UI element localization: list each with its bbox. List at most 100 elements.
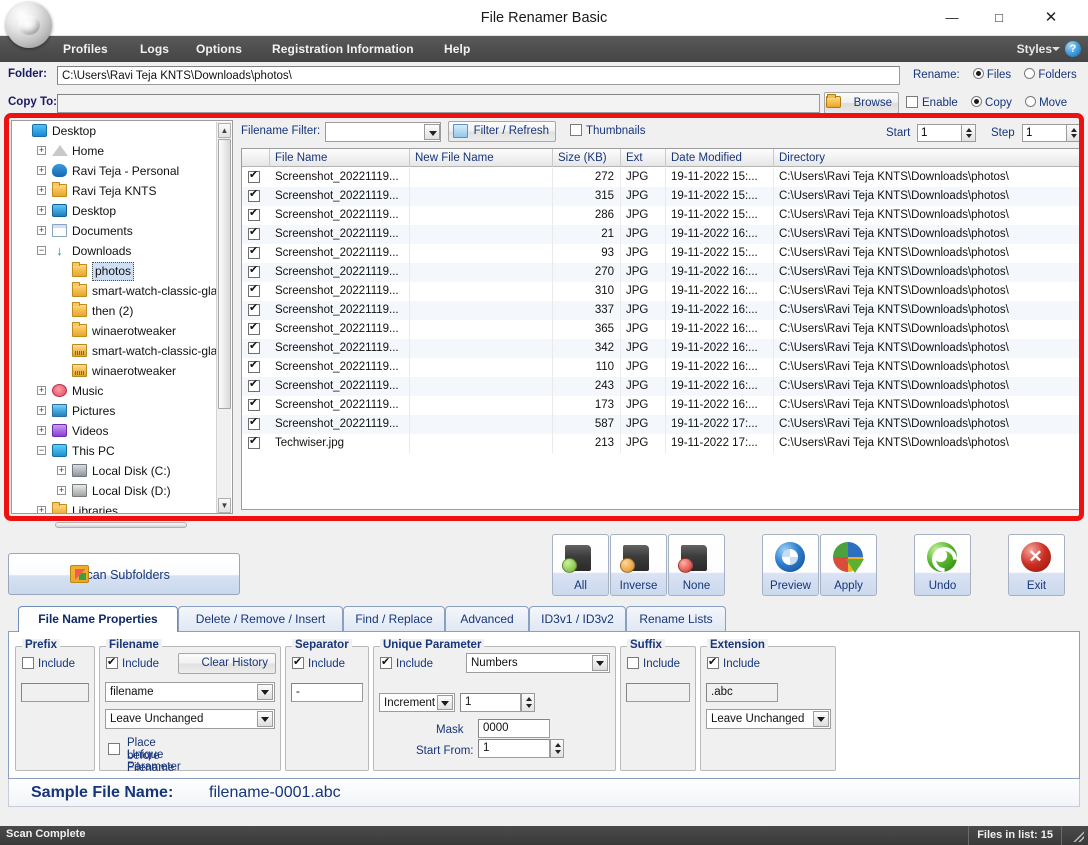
row-checkbox[interactable] <box>248 225 260 240</box>
tree-item-winaerotweaker[interactable]: winaerotweaker <box>12 321 232 341</box>
tree-scrollbar[interactable]: ▲ ▼ <box>216 122 231 513</box>
tree-item-documents[interactable]: + Documents <box>12 221 232 241</box>
tree-item-ravi-teja-personal[interactable]: + Ravi Teja - Personal <box>12 161 232 181</box>
unique-mode-combo[interactable]: Increment <box>379 693 455 712</box>
maximize-button[interactable]: □ <box>976 0 1022 36</box>
expand-icon[interactable]: + <box>57 486 66 495</box>
start-from-stepper[interactable] <box>550 739 564 758</box>
row-checkbox[interactable] <box>248 358 260 373</box>
extension-case-combo[interactable]: Leave Unchanged <box>706 709 831 729</box>
radio-rename-folders[interactable]: Folders <box>1024 68 1077 81</box>
tree-item-music[interactable]: + Music <box>12 381 232 401</box>
tree-item-pictures[interactable]: + Pictures <box>12 401 232 421</box>
scroll-down-icon[interactable]: ▼ <box>218 498 231 513</box>
expand-icon[interactable]: + <box>37 186 46 195</box>
table-row[interactable]: Screenshot_20221119... 286JPG19-11-2022 1… <box>242 206 1081 225</box>
expand-icon[interactable]: + <box>37 506 46 513</box>
scan-subfolders-button[interactable]: Scan Subfolders <box>8 553 240 595</box>
column-header-date[interactable]: Date Modified <box>666 149 774 167</box>
scroll-up-icon[interactable]: ▲ <box>218 123 231 138</box>
chevron-down-icon[interactable] <box>1052 47 1060 51</box>
row-checkbox[interactable] <box>248 396 260 411</box>
expand-icon[interactable]: + <box>37 226 46 235</box>
tab-file-name-properties[interactable]: File Name Properties <box>18 606 178 632</box>
table-row[interactable]: Screenshot_20221119... 93JPG19-11-2022 15… <box>242 244 1081 263</box>
mask-input[interactable]: 0000 <box>478 719 550 738</box>
tree-item-smart-watch-classic-gla[interactable]: smart-watch-classic-gla <box>12 281 232 301</box>
separator-input[interactable]: - <box>291 683 363 702</box>
unique-increment-input[interactable]: 1 <box>460 693 521 712</box>
copy-to-input[interactable] <box>57 94 820 113</box>
tree-item-local-disk-c[interactable]: + Local Disk (C:) <box>12 461 232 481</box>
menu-item-options[interactable]: Options <box>196 36 242 62</box>
tree-item-local-disk-d[interactable]: + Local Disk (D:) <box>12 481 232 501</box>
start-input[interactable]: 1 <box>917 124 962 142</box>
collapse-icon[interactable]: − <box>37 246 46 255</box>
step-stepper[interactable] <box>1066 124 1081 142</box>
expand-icon[interactable]: + <box>37 146 46 155</box>
tab-id3v1-id3v2[interactable]: ID3v1 / ID3v2 <box>529 606 626 632</box>
table-row[interactable]: Screenshot_20221119... 21JPG19-11-2022 16… <box>242 225 1081 244</box>
table-row[interactable]: Screenshot_20221119... 310JPG19-11-2022 1… <box>242 282 1081 301</box>
tree-item-ravi-teja-knts[interactable]: + Ravi Teja KNTS <box>12 181 232 201</box>
column-header-newname[interactable]: New File Name <box>410 149 553 167</box>
tree-item-desktop[interactable]: Desktop <box>12 121 232 141</box>
row-checkbox[interactable] <box>248 339 260 354</box>
chevron-down-icon[interactable] <box>424 124 440 140</box>
table-row[interactable]: Techwiser.jpg 213JPG19-11-2022 17:...C:\U… <box>242 434 1081 453</box>
chevron-down-icon[interactable] <box>813 711 829 727</box>
all-button[interactable]: All <box>552 534 609 596</box>
table-row[interactable]: Screenshot_20221119... 365JPG19-11-2022 1… <box>242 320 1081 339</box>
chevron-down-icon[interactable] <box>257 711 273 727</box>
menu-item-help[interactable]: Help <box>444 36 470 62</box>
expand-icon[interactable]: + <box>37 426 46 435</box>
row-checkbox[interactable] <box>248 320 260 335</box>
table-row[interactable]: Screenshot_20221119... 337JPG19-11-2022 1… <box>242 301 1081 320</box>
folder-tree-panel[interactable]: Desktop + Home + Ravi Teja - Personal + Ravi T… <box>11 120 233 514</box>
collapse-icon[interactable]: − <box>37 446 46 455</box>
minimize-button[interactable]: — <box>929 0 975 36</box>
row-checkbox[interactable] <box>248 244 260 259</box>
expand-icon[interactable]: + <box>37 406 46 415</box>
start-stepper[interactable] <box>961 124 976 142</box>
tab-advanced[interactable]: Advanced <box>445 606 529 632</box>
row-checkbox[interactable] <box>248 187 260 202</box>
row-checkbox[interactable] <box>248 434 260 449</box>
prefix-input[interactable] <box>21 683 89 702</box>
menu-item-registration-information[interactable]: Registration Information <box>272 36 414 62</box>
table-row[interactable]: Screenshot_20221119... 342JPG19-11-2022 1… <box>242 339 1081 358</box>
tree-item-this-pc[interactable]: − This PC <box>12 441 232 461</box>
filename-include-checkbox[interactable]: Include <box>106 655 159 670</box>
styles-menu[interactable]: Styles <box>1017 36 1052 62</box>
unique-include-checkbox[interactable]: Include <box>380 655 433 670</box>
filename-case-combo[interactable]: Leave Unchanged <box>105 709 275 729</box>
expand-icon[interactable]: + <box>37 206 46 215</box>
extension-include-checkbox[interactable]: Include <box>707 655 760 670</box>
splitter-handle[interactable] <box>55 522 187 528</box>
table-row[interactable]: Screenshot_20221119... 243JPG19-11-2022 1… <box>242 377 1081 396</box>
row-checkbox[interactable] <box>248 168 260 183</box>
apply-button[interactable]: Apply <box>820 534 877 596</box>
expand-icon[interactable]: + <box>37 386 46 395</box>
row-checkbox[interactable] <box>248 377 260 392</box>
tab-rename-lists[interactable]: Rename Lists <box>626 606 726 632</box>
tree-item-winaerotweaker[interactable]: winaerotweaker <box>12 361 232 381</box>
tree-item-smart-watch-classic-gla[interactable]: smart-watch-classic-gla <box>12 341 232 361</box>
radio-rename-files[interactable]: Files <box>972 68 1011 81</box>
unique-type-combo[interactable]: Numbers <box>466 653 610 673</box>
prefix-include-checkbox[interactable]: Include <box>22 657 75 670</box>
suffix-input[interactable] <box>626 683 690 702</box>
separator-include-checkbox[interactable]: Include <box>292 655 345 670</box>
undo-button[interactable]: Undo <box>914 534 971 596</box>
table-row[interactable]: Screenshot_20221119... 315JPG19-11-2022 1… <box>242 187 1081 206</box>
column-header-size[interactable]: Size (KB) <box>553 149 621 167</box>
tree-scroll-thumb[interactable] <box>218 139 231 409</box>
menu-item-profiles[interactable]: Profiles <box>63 36 108 62</box>
exit-button[interactable]: Exit <box>1008 534 1065 596</box>
column-header-check[interactable] <box>242 149 270 167</box>
radio-move[interactable]: Move <box>1025 96 1067 109</box>
column-header-name[interactable]: File Name <box>270 149 410 167</box>
tree-item-videos[interactable]: + Videos <box>12 421 232 441</box>
table-row[interactable]: Screenshot_20221119... 272JPG19-11-2022 1… <box>242 168 1081 187</box>
clear-history-button[interactable]: Clear History <box>178 653 276 674</box>
